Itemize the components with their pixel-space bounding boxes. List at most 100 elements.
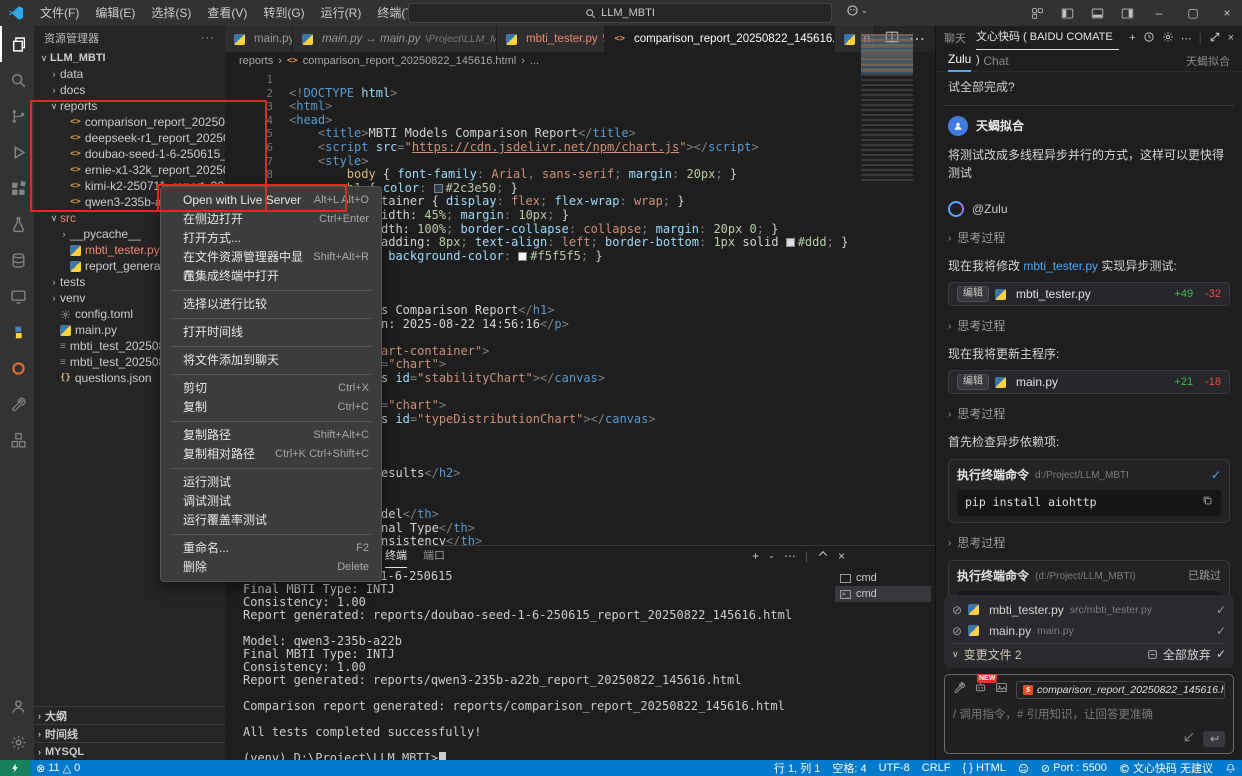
- accept-all-icon[interactable]: ✓: [1216, 647, 1226, 661]
- menu-item-调试测试[interactable]: 调试测试: [161, 492, 381, 511]
- python-icon[interactable]: [0, 314, 34, 350]
- expand-panel-icon[interactable]: [1209, 31, 1221, 46]
- tree-item-doubao-seed-1-6-250615-report-202-[interactable]: <>doubao-seed-1-6-250615_report_202...: [34, 146, 225, 162]
- panel-tab-chat[interactable]: 聊天: [944, 30, 966, 46]
- terminal-command-card[interactable]: 执行终端命令 d:/Project/LLM_MBTI ✓ pip install…: [948, 459, 1230, 523]
- menu-item[interactable]: 运行(R): [313, 0, 370, 26]
- chevron-down-icon[interactable]: ∨: [952, 649, 959, 660]
- terminal-tab-1[interactable]: 端口: [423, 546, 445, 568]
- terminal-session-0[interactable]: cmd: [835, 570, 931, 586]
- menu-item-在集成终端中打开[interactable]: 在集成终端中打开: [161, 267, 381, 286]
- context-file-chip[interactable]: 5 comparison_report_20250822_145616.html: [1016, 681, 1225, 699]
- tools-icon[interactable]: [953, 681, 966, 699]
- panel-tab-comate[interactable]: 文心快码 ( BAIDU COMATE ): [976, 26, 1119, 50]
- new-terminal-icon[interactable]: +: [752, 549, 759, 563]
- layout-customize-icon[interactable]: [1024, 0, 1050, 26]
- menu-item-重命名-[interactable]: 重命名...F2: [161, 539, 381, 558]
- database-icon[interactable]: [0, 242, 34, 278]
- menu-item-运行覆盖率测试[interactable]: 运行覆盖率测试: [161, 511, 381, 530]
- menu-item-在文件资源管理器中显示[interactable]: 在文件资源管理器中显示Shift+Alt+R: [161, 248, 381, 267]
- maximize-panel-icon[interactable]: [817, 548, 829, 563]
- changed-file-row[interactable]: ⊘ main.py main.py ✓: [952, 620, 1226, 641]
- edited-file-card[interactable]: 编辑 main.py +21 -18: [948, 370, 1230, 394]
- toggle-secondary-sidebar-icon[interactable]: [1114, 0, 1140, 26]
- new-chat-icon[interactable]: +: [1129, 32, 1135, 44]
- encoding[interactable]: UTF-8: [873, 760, 916, 776]
- tab-main-py-main-py[interactable]: main.py ↔ main.py\Project\LLM_MBTI ...\: [293, 26, 497, 52]
- terminal-output[interactable]: Model: doubao-seed-1-6-250615Final MBTI …: [225, 568, 831, 760]
- sidebar-section-MYSQL[interactable]: ›MYSQL: [34, 742, 225, 760]
- feedback-smiley-icon[interactable]: [1012, 760, 1035, 776]
- tab-chat[interactable]: Chat: [983, 54, 1008, 68]
- menu-item-选择以进行比较[interactable]: 选择以进行比较: [161, 295, 381, 314]
- live-server-port[interactable]: ⊘Port : 5500: [1035, 760, 1113, 776]
- thinking-toggle[interactable]: ›思考过程: [948, 534, 1230, 552]
- menu-item-运行测试[interactable]: 运行测试: [161, 473, 381, 492]
- keep-check-icon[interactable]: ✓: [1216, 624, 1226, 638]
- jupyter-icon[interactable]: [0, 350, 34, 386]
- image-icon[interactable]: [995, 681, 1008, 699]
- notifications-bell-icon[interactable]: [1219, 760, 1242, 776]
- send-button[interactable]: [1203, 731, 1225, 747]
- tree-item-data[interactable]: ›data: [34, 66, 225, 82]
- more-actions-icon[interactable]: ⋯: [1181, 32, 1192, 45]
- edited-file-card[interactable]: 编辑 mbti_tester.py +49 -32: [948, 282, 1230, 306]
- extensions-icon[interactable]: [0, 170, 34, 206]
- sidebar-section-时间线[interactable]: ›时间线: [34, 724, 225, 742]
- discard-icon[interactable]: ⊘: [952, 624, 962, 638]
- history-icon[interactable]: [1143, 31, 1155, 46]
- tree-item-deepseek-r1-report-20250822-14561-[interactable]: <>deepseek-r1_report_20250822_14561...: [34, 130, 225, 146]
- minimap[interactable]: [861, 34, 913, 184]
- agent-robot-icon[interactable]: [974, 681, 987, 699]
- breadcrumb-more[interactable]: ...: [530, 55, 539, 67]
- breadcrumb-file[interactable]: comparison_report_20250822_145616.html: [303, 55, 516, 67]
- sidebar-section-大纲[interactable]: ›大纲: [34, 706, 225, 724]
- problems-indicator[interactable]: ⊗11 △0: [30, 760, 86, 776]
- menu-item-打开时间线[interactable]: 打开时间线: [161, 323, 381, 342]
- copy-icon[interactable]: [1202, 494, 1213, 511]
- thinking-toggle[interactable]: ›思考过程: [948, 317, 1230, 335]
- chat-input-placeholder[interactable]: / 调用指令，# 引用知识，让回答更准确: [953, 706, 1225, 722]
- window-restore-button[interactable]: ▢: [1178, 0, 1208, 26]
- terminal-session-1[interactable]: >_cmd: [835, 586, 931, 602]
- chat-input-box[interactable]: NEW 5 comparison_report_20250822_145616.…: [944, 674, 1234, 754]
- tree-item-comparison-report-20250822-145616-[interactable]: <>comparison_report_20250822_145616...: [34, 114, 225, 130]
- menu-item[interactable]: 查看(V): [199, 0, 255, 26]
- menu-item-open-with-live-server[interactable]: Open with Live ServerAlt+L Alt+O: [161, 191, 381, 210]
- tree-item-llm-mbti[interactable]: ∨LLM_MBTI: [34, 50, 225, 66]
- menu-item[interactable]: 文件(F): [32, 0, 87, 26]
- search-icon[interactable]: [0, 62, 34, 98]
- toggle-panel-icon[interactable]: [1084, 0, 1110, 26]
- cursor-position[interactable]: 行 1, 列 1: [768, 760, 826, 776]
- comate-status[interactable]: 文心快码 无建议: [1113, 760, 1219, 776]
- thinking-toggle[interactable]: ›思考过程: [948, 229, 1230, 247]
- explorer-more-actions-icon[interactable]: ···: [201, 32, 215, 44]
- menu-item-将文件添加到聊天[interactable]: 将文件添加到聊天: [161, 351, 381, 370]
- menu-item-在侧边打开[interactable]: 在侧边打开Ctrl+Enter: [161, 210, 381, 229]
- tools-icon[interactable]: [0, 386, 34, 422]
- eol-sequence[interactable]: CRLF: [916, 760, 957, 776]
- menu-item-打开方式-[interactable]: 打开方式...: [161, 229, 381, 248]
- menu-item-复制[interactable]: 复制Ctrl+C: [161, 398, 381, 417]
- discard-icon[interactable]: ⊘: [952, 603, 962, 617]
- tab-zulu[interactable]: Zulu: [948, 50, 971, 72]
- discard-all-button[interactable]: 全部放弃: [1163, 646, 1211, 663]
- indentation[interactable]: 空格: 4: [826, 760, 872, 776]
- explorer-icon[interactable]: [0, 26, 34, 62]
- toggle-sidebar-icon[interactable]: [1054, 0, 1080, 26]
- expand-input-icon[interactable]: [1183, 730, 1195, 748]
- remote-explorer-icon[interactable]: [0, 278, 34, 314]
- breadcrumb-folder[interactable]: reports: [239, 55, 273, 67]
- tree-item-docs[interactable]: ›docs: [34, 82, 225, 98]
- tab-main-py[interactable]: main.py: [225, 26, 293, 52]
- thinking-toggle[interactable]: ›思考过程: [948, 405, 1230, 423]
- command-center-search[interactable]: LLM_MBTI: [408, 3, 832, 23]
- keep-check-icon[interactable]: ✓: [1216, 603, 1226, 617]
- window-close-button[interactable]: ×: [1212, 0, 1242, 26]
- terminal-dropdown-icon[interactable]: ⌄: [768, 551, 775, 560]
- menu-item-复制路径[interactable]: 复制路径Shift+Alt+C: [161, 426, 381, 445]
- window-minimize-button[interactable]: –: [1144, 0, 1174, 26]
- file-link[interactable]: mbti_tester.py: [1023, 259, 1098, 273]
- tree-item-reports[interactable]: ∨reports: [34, 98, 225, 114]
- settings-icon[interactable]: [0, 724, 34, 760]
